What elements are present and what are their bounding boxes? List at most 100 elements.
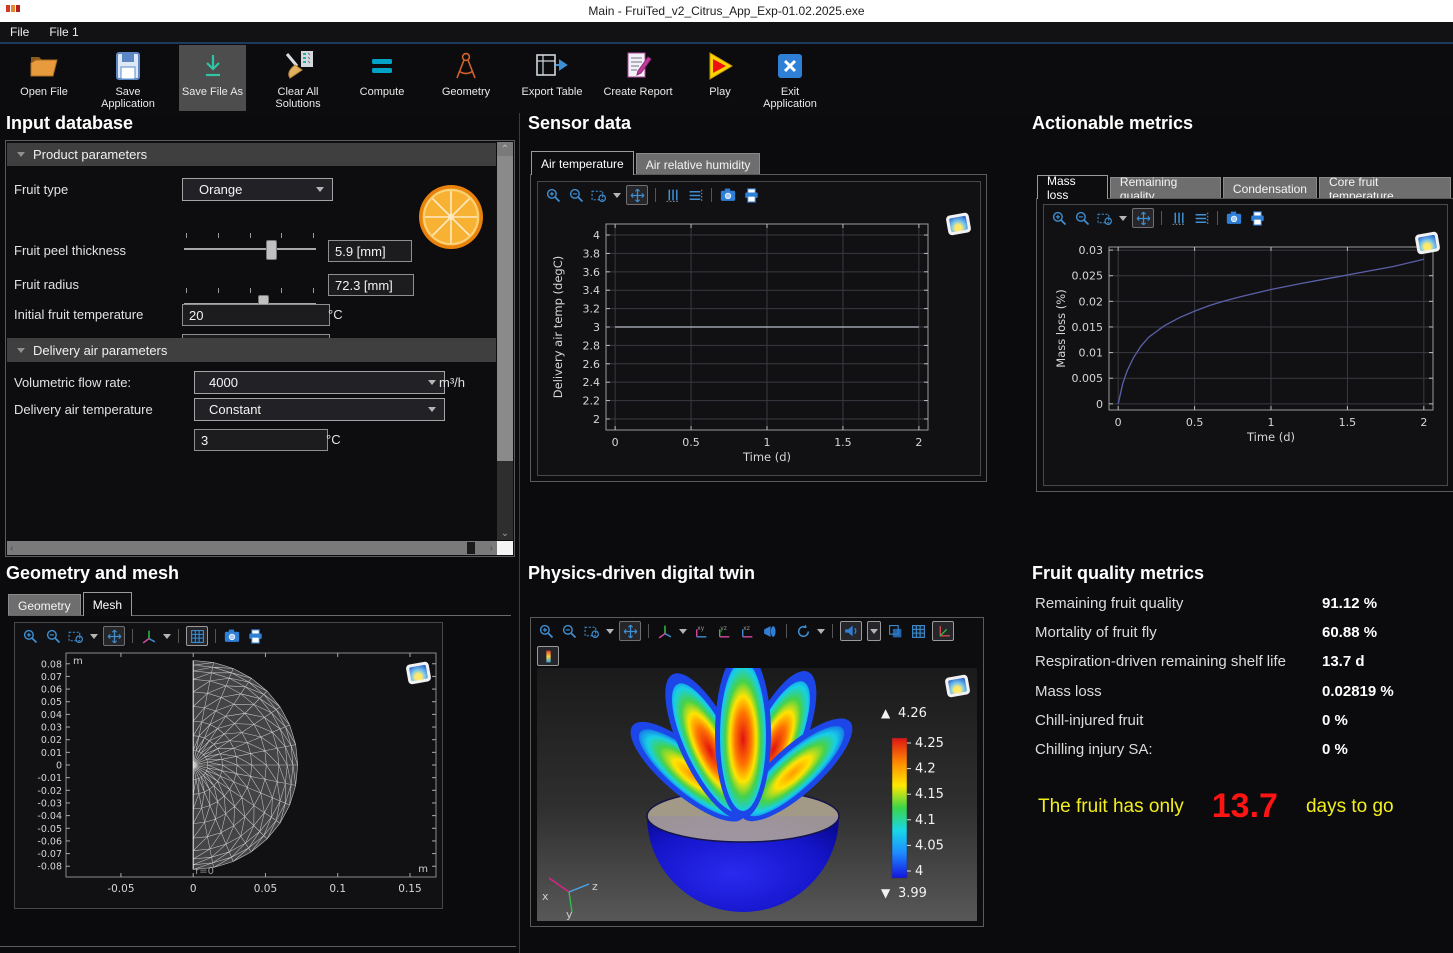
show-axes-icon[interactable] — [932, 621, 954, 641]
fruit-peel-thickness-value[interactable]: 5.9 [mm] — [328, 240, 412, 262]
chevron-down-icon[interactable] — [606, 629, 614, 634]
tab-remaining-quality[interactable]: Remaining quality — [1110, 177, 1221, 199]
tab-mesh[interactable]: Mesh — [83, 592, 132, 616]
chevron-down-icon[interactable] — [613, 193, 621, 198]
zoom-in-icon[interactable] — [21, 628, 39, 644]
compute-button[interactable]: Compute — [348, 45, 416, 111]
tab-core-fruit-temperature[interactable]: Core fruit temperature — [1319, 177, 1451, 199]
show-mesh-icon[interactable] — [186, 626, 208, 646]
exit-application-button[interactable]: Exit Application — [754, 45, 826, 111]
transparency-icon[interactable] — [886, 623, 904, 639]
slider-thumb[interactable] — [266, 240, 277, 260]
air-temperature-chart[interactable]: 00.511.5222.22.42.62.833.23.43.63.84Time… — [538, 208, 978, 476]
zoom-out-icon[interactable] — [44, 628, 62, 644]
snapshot-icon[interactable] — [1225, 210, 1243, 226]
scene-light-icon[interactable] — [840, 621, 862, 641]
snapshot-icon[interactable] — [719, 187, 737, 203]
zoom-out-icon[interactable] — [560, 623, 578, 639]
mesh-plot[interactable]: 0.080.070.060.050.040.030.020.010-0.01-0… — [15, 649, 440, 907]
svg-text:1: 1 — [1268, 416, 1275, 429]
zoom-in-icon[interactable] — [1050, 210, 1068, 226]
volumetric-flow-rate-select[interactable]: 4000 — [194, 371, 445, 394]
fruit-radius-value[interactable]: 72.3 [mm] — [328, 274, 414, 296]
product-parameters-header[interactable]: Product parameters — [7, 143, 496, 166]
twin-3d-canvas[interactable]: ▲ 4.26 4.254.24.154.14.054 ▼ 3.99 x y z — [537, 668, 977, 921]
chevron-down-icon[interactable] — [1119, 216, 1127, 221]
view-xy-icon[interactable]: xy — [692, 623, 710, 639]
tab-condensation[interactable]: Condensation — [1223, 177, 1317, 199]
scroll-left-icon[interactable]: ‹ — [10, 543, 13, 554]
scroll-up-icon[interactable]: ⌃ — [497, 142, 513, 156]
svg-text:4.25: 4.25 — [915, 736, 944, 751]
zoom-in-icon[interactable] — [537, 623, 555, 639]
print-icon[interactable] — [1248, 210, 1266, 226]
x-axis-grid-icon[interactable] — [1192, 210, 1210, 226]
menu-file-1[interactable]: File 1 — [39, 22, 88, 42]
scroll-right-icon[interactable]: › — [490, 543, 493, 554]
axis-orientation-icon[interactable] — [656, 623, 674, 639]
initial-fruit-temperature-input[interactable]: 20 — [182, 304, 330, 326]
fruit-type-select[interactable]: Orange — [182, 178, 333, 201]
fruit-peel-thickness-slider[interactable] — [184, 239, 316, 259]
horizontal-scrollbar[interactable]: ‹ › — [7, 541, 497, 555]
delivery-air-parameters-header[interactable]: Delivery air parameters — [7, 339, 496, 362]
tab-air-relative-humidity[interactable]: Air relative humidity — [636, 153, 761, 175]
export-table-button[interactable]: Export Table — [516, 45, 588, 111]
chevron-down-icon[interactable] — [679, 629, 687, 634]
view-yz-icon[interactable]: yz — [715, 623, 733, 639]
zoom-extents-icon[interactable] — [1132, 208, 1154, 228]
metric-row: Chilling injury SA:0 % — [1035, 741, 1453, 758]
menu-file[interactable]: File — [0, 22, 39, 42]
zoom-out-icon[interactable] — [1073, 210, 1091, 226]
axis-orientation-icon[interactable] — [140, 628, 158, 644]
snapshot-icon[interactable] — [223, 628, 241, 644]
open-file-button[interactable]: Open File — [8, 45, 80, 111]
show-grid-icon[interactable] — [909, 623, 927, 639]
zoom-extents-icon[interactable] — [626, 185, 648, 205]
print-icon[interactable] — [742, 187, 760, 203]
zoom-in-icon[interactable] — [544, 187, 562, 203]
scrollbar-thumb[interactable] — [467, 542, 475, 554]
zoom-box-icon[interactable] — [590, 187, 608, 203]
axis-triad-icon: x y z — [542, 878, 598, 921]
zoom-extents-icon[interactable] — [619, 621, 641, 641]
geometry-button[interactable]: Geometry — [432, 45, 500, 111]
fruit-3d-surface[interactable]: ▲ 4.26 4.254.24.154.14.054 ▼ 3.99 x y z — [537, 668, 977, 921]
svg-text:0.06: 0.06 — [41, 685, 62, 696]
y-axis-grid-icon[interactable] — [663, 187, 681, 203]
zoom-box-icon[interactable] — [583, 623, 601, 639]
zoom-box-icon[interactable] — [1096, 210, 1114, 226]
svg-text:-0.01: -0.01 — [37, 773, 62, 784]
scroll-down-icon[interactable]: ⌄ — [497, 526, 513, 540]
scene-light-menu[interactable] — [867, 621, 881, 641]
save-file-as-button[interactable]: Save File As — [179, 45, 246, 111]
chevron-down-icon — [316, 187, 324, 192]
view-xz-icon[interactable]: xz — [738, 623, 756, 639]
zoom-out-icon[interactable] — [567, 187, 585, 203]
delivery-air-temperature-select[interactable]: Constant — [194, 398, 445, 421]
tab-mass-loss[interactable]: Mass loss — [1037, 175, 1108, 199]
delivery-air-temperature-unit: °C — [326, 432, 341, 447]
clear-all-solutions-button[interactable]: Clear All Solutions — [262, 45, 334, 111]
tab-geometry[interactable]: Geometry — [8, 594, 81, 616]
color-legend-icon[interactable] — [537, 646, 559, 666]
zoom-box-icon[interactable] — [67, 628, 85, 644]
chevron-down-icon[interactable] — [90, 634, 98, 639]
create-report-button[interactable]: Create Report — [602, 45, 674, 111]
tab-air-temperature[interactable]: Air temperature — [531, 151, 634, 175]
perspective-icon[interactable] — [761, 623, 779, 639]
scrollbar-thumb[interactable] — [497, 156, 513, 461]
delivery-air-temperature-input[interactable]: 3 — [194, 429, 328, 451]
mass-loss-chart[interactable]: 00.511.5200.0050.010.0150.020.0250.03Tim… — [1044, 231, 1445, 485]
x-axis-grid-icon[interactable] — [686, 187, 704, 203]
save-application-button[interactable]: Save Application — [92, 45, 164, 111]
play-button[interactable]: Play — [692, 45, 748, 111]
chevron-down-icon[interactable] — [817, 629, 825, 634]
rotate-icon[interactable] — [794, 623, 812, 639]
y-axis-grid-icon[interactable] — [1169, 210, 1187, 226]
svg-text:y: y — [566, 908, 573, 921]
print-icon[interactable] — [246, 628, 264, 644]
zoom-extents-icon[interactable] — [103, 626, 125, 646]
chevron-down-icon[interactable] — [163, 634, 171, 639]
vertical-scrollbar[interactable]: ⌃ ⌄ — [497, 142, 513, 540]
